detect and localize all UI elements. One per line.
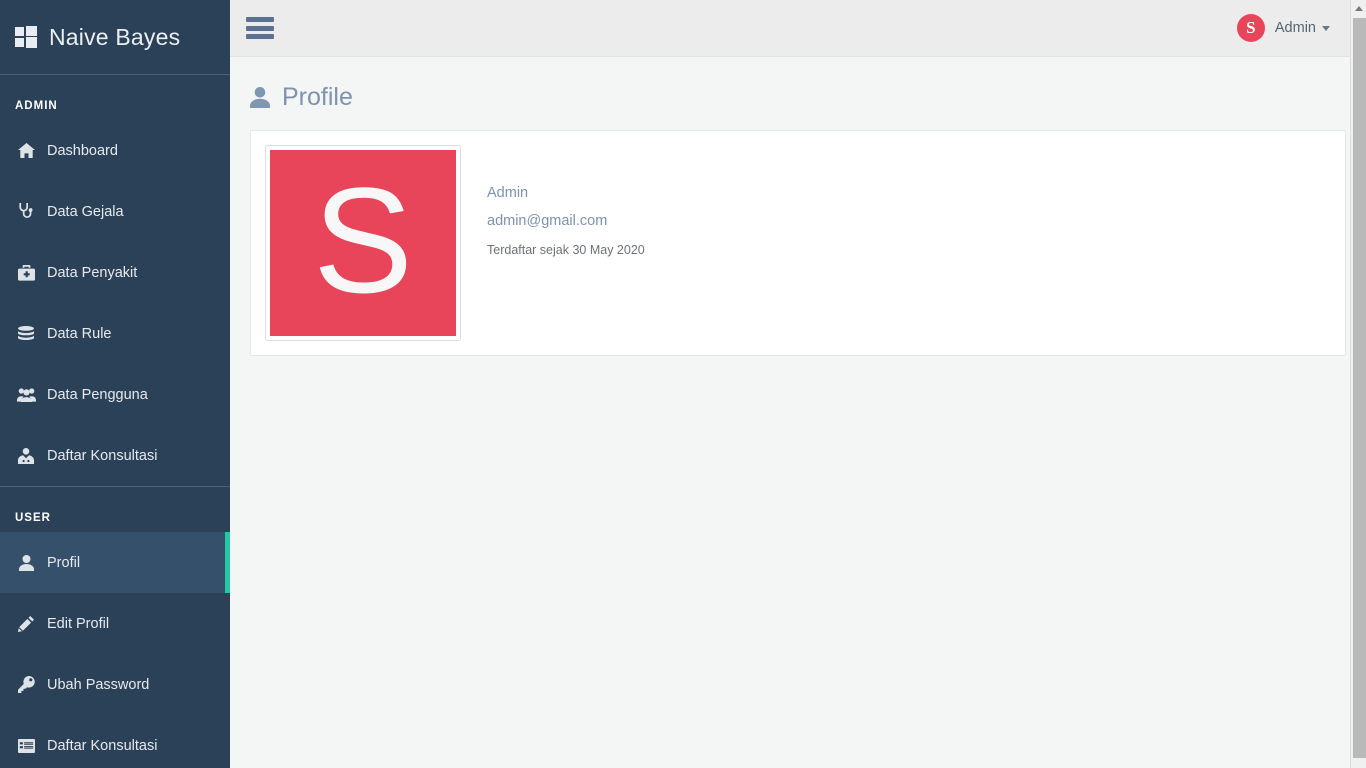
sidebar-item-label: Daftar Konsultasi <box>47 737 158 754</box>
app-root: Naive Bayes ADMIN Dashboard Data Gejala <box>0 0 1366 768</box>
sidebar-item-data-gejala[interactable]: Data Gejala <box>0 181 230 242</box>
user-icon <box>250 87 270 108</box>
user-menu-label: Admin <box>1274 20 1316 36</box>
profile-details: Admin admin@gmail.com Terdaftar sejak 30… <box>461 145 645 257</box>
sidebar-item-data-rule[interactable]: Data Rule <box>0 303 230 364</box>
profile-email: admin@gmail.com <box>487 213 608 229</box>
sidebar-item-edit-profil[interactable]: Edit Profil <box>0 593 230 654</box>
user-icon <box>14 554 38 571</box>
sidebar-item-label: Daftar Konsultasi <box>47 447 158 464</box>
scrollbar-thumb[interactable] <box>1353 18 1366 758</box>
profile-name: Admin <box>487 185 529 201</box>
sidebar-item-label: Data Rule <box>47 325 112 342</box>
profile-avatar-image: S <box>270 150 456 336</box>
topbar: S Admin <box>230 0 1366 57</box>
page-scrollbar[interactable] <box>1350 0 1366 768</box>
sidebar-item-label: Data Gejala <box>47 203 124 220</box>
sidebar-item-label: Ubah Password <box>47 676 150 693</box>
sidebar-item-label: Dashboard <box>47 142 118 159</box>
sidebar-item-data-penyakit[interactable]: Data Penyakit <box>0 242 230 303</box>
profile-avatar-letter: S <box>312 156 414 324</box>
page-header: Profile <box>250 75 1346 130</box>
list-alt-icon <box>14 738 38 753</box>
brand-title: Naive Bayes <box>49 23 181 50</box>
profile-avatar-thumbnail: S <box>265 145 461 341</box>
pencil-icon <box>14 615 38 632</box>
users-icon <box>14 387 38 402</box>
brand[interactable]: Naive Bayes <box>0 0 230 75</box>
sidebar-item-profil[interactable]: Profil <box>0 532 230 593</box>
hamburger-icon[interactable] <box>246 17 274 39</box>
scrollbar-up-arrow-icon[interactable] <box>1351 0 1366 17</box>
user-menu[interactable]: S Admin <box>1236 14 1330 42</box>
database-icon <box>14 325 38 342</box>
sidebar-item-dashboard[interactable]: Dashboard <box>0 120 230 181</box>
profile-card: S Admin admin@gmail.com Terdaftar sejak … <box>250 130 1346 356</box>
sidebar-item-daftar-konsultasi-user[interactable]: Daftar Konsultasi <box>0 715 230 768</box>
profile-registered-date: Terdaftar sejak 30 May 2020 <box>487 243 645 257</box>
key-icon <box>14 676 38 693</box>
sidebar-item-label: Data Pengguna <box>47 386 148 403</box>
sidebar: Naive Bayes ADMIN Dashboard Data Gejala <box>0 0 230 768</box>
chevron-down-icon <box>1322 25 1330 31</box>
sidebar-section-admin-label: ADMIN <box>15 100 58 112</box>
avatar: S <box>1236 14 1265 42</box>
user-md-icon <box>14 447 38 464</box>
windows-logo-icon <box>15 26 37 48</box>
sidebar-item-ubah-password[interactable]: Ubah Password <box>0 654 230 715</box>
page-title: Profile <box>282 83 353 111</box>
sidebar-item-label: Edit Profil <box>47 615 110 632</box>
home-icon <box>14 143 38 158</box>
sidebar-item-label: Profil <box>47 554 81 571</box>
sidebar-item-label: Data Penyakit <box>47 264 138 281</box>
stethoscope-icon <box>14 203 38 220</box>
sidebar-item-daftar-konsultasi-admin[interactable]: Daftar Konsultasi <box>0 425 230 486</box>
medkit-icon <box>14 264 38 281</box>
sidebar-item-data-pengguna[interactable]: Data Pengguna <box>0 364 230 425</box>
main-content: Profile S Admin admin@gmail.com Terdafta… <box>230 57 1366 768</box>
sidebar-section-user-label: USER <box>15 512 51 524</box>
